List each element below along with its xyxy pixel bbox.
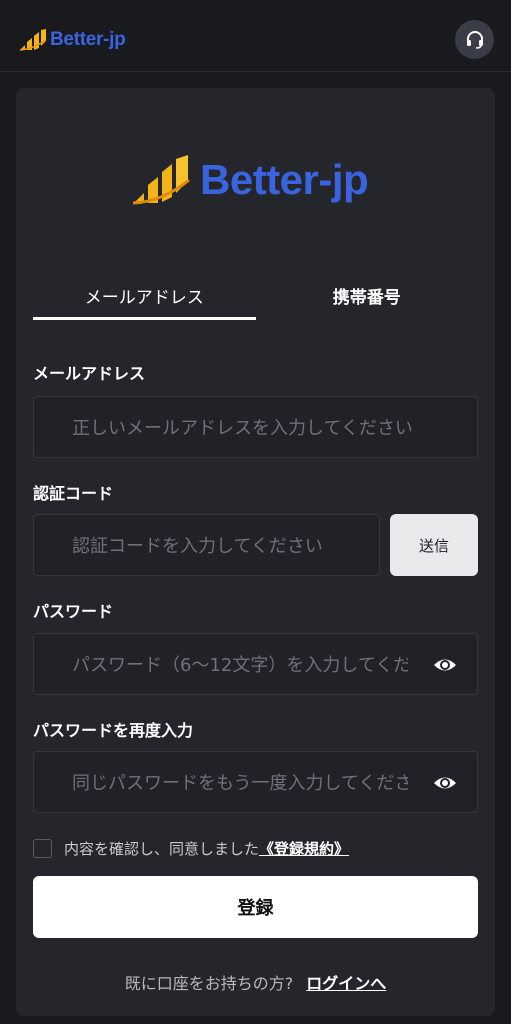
support-button[interactable] bbox=[455, 20, 494, 59]
email-label: メールアドレス bbox=[33, 364, 146, 383]
headset-icon bbox=[466, 30, 483, 49]
terms-link[interactable]: 《登録規約》 bbox=[259, 838, 349, 859]
email-placeholder: 正しいメールアドレスを入力してください bbox=[72, 418, 413, 439]
logo-bars-icon bbox=[132, 155, 190, 205]
agree-checkbox[interactable] bbox=[33, 838, 52, 858]
code-label: 認証コード bbox=[33, 484, 114, 503]
verification-code-field[interactable]: 認証コードを入力してください bbox=[33, 514, 380, 576]
logo-bars-icon bbox=[19, 29, 47, 51]
password-label: パスワード bbox=[33, 602, 114, 621]
password-field[interactable]: パスワード（6〜12文字）を入力してください bbox=[33, 633, 478, 695]
agreement-row: 内容を確認し、同意しました 《登録規約》 bbox=[33, 838, 349, 858]
code-placeholder: 認証コードを入力してください bbox=[72, 536, 323, 557]
brand-logo-large: Better-jp bbox=[132, 152, 369, 208]
register-button[interactable]: 登録 bbox=[33, 876, 478, 938]
send-code-button[interactable]: 送信 bbox=[390, 514, 478, 576]
login-link[interactable]: ログインへ bbox=[306, 974, 386, 993]
agree-text: 内容を確認し、同意しました bbox=[64, 839, 260, 858]
password-confirm-field[interactable]: 同じパスワードをもう一度入力してください bbox=[33, 751, 478, 813]
password-confirm-placeholder: 同じパスワードをもう一度入力してください bbox=[72, 773, 408, 794]
tab-email[interactable]: メールアドレス bbox=[33, 278, 256, 320]
brand-name: Better-jp bbox=[200, 156, 369, 203]
eye-icon[interactable] bbox=[433, 653, 457, 677]
eye-icon[interactable] bbox=[433, 771, 457, 795]
login-row: 既に口座をお持ちの方? ログインへ bbox=[16, 970, 495, 994]
brand-name: Better-jp bbox=[50, 29, 126, 50]
top-bar: Better-jp bbox=[0, 0, 511, 72]
login-prompt: 既に口座をお持ちの方? bbox=[124, 974, 294, 993]
email-field[interactable]: 正しいメールアドレスを入力してください bbox=[33, 396, 478, 458]
register-method-tabs: メールアドレス 携帯番号 bbox=[33, 278, 478, 320]
register-card: Better-jp メールアドレス 携帯番号 メールアドレス 正しいメールアドレ… bbox=[16, 88, 495, 1016]
password-confirm-label: パスワードを再度入力 bbox=[33, 721, 194, 740]
tab-phone[interactable]: 携帯番号 bbox=[256, 278, 479, 320]
brand-logo[interactable]: Better-jp bbox=[19, 28, 126, 52]
password-placeholder: パスワード（6〜12文字）を入力してください bbox=[72, 655, 408, 676]
